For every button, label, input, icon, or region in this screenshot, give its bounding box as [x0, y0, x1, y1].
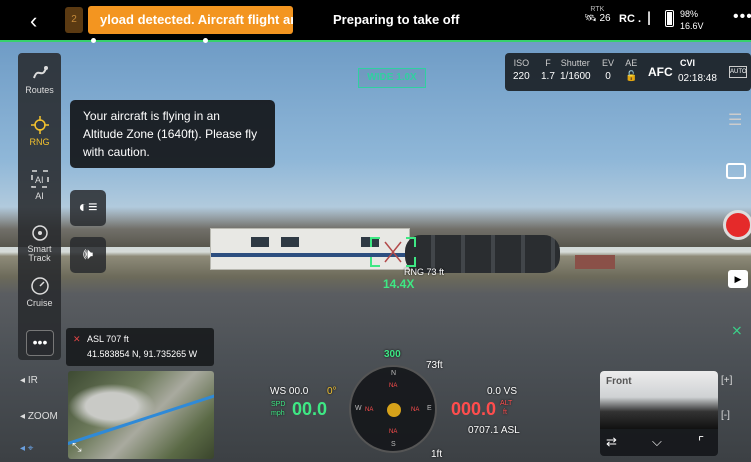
more-menu-icon[interactable]: ••• [733, 8, 751, 26]
aircraft-icon [387, 403, 401, 417]
fpv-label: Front [606, 376, 632, 387]
speed-unit: mph [271, 410, 285, 417]
antenna-icon: ⨯ [731, 322, 743, 338]
heading-readout: 300 [384, 349, 401, 360]
ev-param[interactable]: EV 0 [602, 58, 614, 82]
tool-ai[interactable]: AI AI [18, 169, 61, 201]
ae-param[interactable]: AE 🔓 [625, 58, 637, 82]
crosshair-icon [384, 241, 402, 263]
asl-altitude: 0707.1 ASL [468, 425, 520, 436]
auto-mode-badge[interactable]: AUTO [729, 66, 747, 78]
distant-building [575, 255, 615, 269]
altitude-bottom: 1ft [431, 449, 443, 460]
top-bar: ‹ 2 yload detected. Aircraft flight and … [0, 0, 751, 43]
shutter-param[interactable]: Shutter 1/1600 [560, 58, 591, 82]
expand-corner-icon[interactable]: ⌜ [698, 434, 704, 450]
altitude-label: ALT [500, 400, 513, 407]
more-tools-button[interactable]: ••• [26, 330, 54, 356]
zoom-level: 14.4X [383, 277, 415, 291]
ai-icon: AI [30, 170, 49, 188]
fpv-camera-panel[interactable]: Front ⇄ ⌵ ⌜ [600, 371, 718, 456]
megaphone-icon: 🕪 [82, 246, 94, 263]
warning-count-badge[interactable]: 2 [65, 7, 83, 33]
signal-bars-icon: .▕ [637, 13, 650, 25]
rc-signal[interactable]: RC .▕ [619, 12, 649, 25]
wind-speed: WS 00.0 [270, 386, 309, 397]
warning-banner[interactable]: yload detected. Aircraft flight and v [88, 6, 293, 34]
vertical-speed: 0.0 VS [487, 386, 518, 397]
rc-label: RC [619, 13, 635, 25]
target-reticle [370, 237, 416, 267]
spotlight-button[interactable]: ◐≡ [70, 190, 106, 226]
chevron-down-icon[interactable]: ⌵ [652, 434, 662, 450]
close-icon[interactable]: ✕ [73, 334, 81, 345]
compass: N E S W NA NA NA NA [349, 365, 437, 453]
tool-routes[interactable]: Routes [18, 63, 61, 95]
camera-settings-icon[interactable]: ☰ [728, 110, 742, 130]
smart-track-icon [31, 225, 48, 241]
routes-icon [32, 66, 48, 79]
camera-settings-panel[interactable]: ISO 220 F 1.7 Shutter 1/1600 EV 0 AE 🔓 A… [505, 53, 751, 91]
tool-label: AI [35, 191, 44, 201]
tool-label: RNG [29, 137, 50, 147]
ir-toggle[interactable]: ◂ IR [20, 375, 38, 386]
left-toolbar: Routes RNG AI AI Smart Track Cruise [18, 53, 61, 360]
location-pin-icon[interactable]: ◂ ⌖ [20, 443, 33, 454]
mini-map[interactable] [68, 371, 214, 459]
coordinates: 41.583854 N, 91.735265 W [87, 349, 198, 359]
zoom-in-button[interactable]: [+] [721, 375, 732, 386]
altitude-top: 73ft [426, 360, 443, 371]
flight-status: Preparing to take off [333, 12, 460, 27]
tool-rng[interactable]: RNG [18, 115, 61, 147]
progress-dot [203, 38, 208, 43]
expand-map-icon[interactable]: ⤡ [72, 440, 82, 455]
zoom-out-button[interactable]: [-] [721, 410, 730, 421]
zoom-toggle[interactable]: ◂ ZOOM [20, 411, 58, 422]
back-icon[interactable]: ‹ [30, 8, 37, 34]
gps-indicator[interactable]: RTK 🛰 26 [584, 6, 611, 24]
svg-text:AI: AI [35, 175, 44, 185]
gps-label: RTK [590, 6, 605, 13]
lock-icon: 🔓 [625, 71, 638, 82]
wind-direction: 0° [327, 386, 337, 397]
tool-label: Smart Track [27, 244, 52, 263]
location-panel: ✕ ASL 707 ft 41.583854 N, 91.735265 W [66, 328, 214, 366]
speed-value: 00.0 [292, 399, 328, 419]
aperture-param[interactable]: F 1.7 [541, 58, 555, 82]
tool-cruise[interactable]: Cruise [18, 276, 61, 308]
speed-label: SPD [271, 401, 286, 408]
photo-mode-icon[interactable] [726, 163, 746, 179]
rng-icon [30, 116, 49, 134]
record-time: 02:18:48 [678, 73, 717, 84]
satellite-icon: 🛰 [584, 13, 597, 24]
iso-param[interactable]: ISO 220 [513, 58, 530, 82]
tool-smart-track[interactable]: Smart Track [18, 223, 61, 263]
map-road [68, 388, 214, 447]
playback-icon[interactable]: ▶ [728, 270, 748, 288]
progress-dot [91, 38, 96, 43]
asl-readout: ASL 707 ft [87, 334, 129, 344]
battery-percent: 98% [680, 9, 699, 19]
speaker-button[interactable]: 🕪 [70, 237, 106, 273]
altitude-zone-toast: Your aircraft is flying in an Altitude Z… [70, 100, 275, 168]
altitude-value: 000.0 [451, 399, 497, 419]
tool-label: Routes [25, 85, 54, 95]
cruise-icon [30, 277, 49, 295]
swap-icon[interactable]: ⇄ [606, 434, 617, 450]
focus-mode[interactable]: AFC [648, 65, 673, 79]
spotlight-icon: ◐≡ [78, 199, 98, 216]
wide-zoom-label[interactable]: WIDE 1.0X [358, 68, 426, 88]
tool-label: Cruise [26, 298, 53, 308]
battery-voltage: 16.6V [680, 21, 704, 31]
gps-count: 26 [599, 13, 611, 24]
battery-icon [665, 10, 674, 27]
altitude-unit: ft [503, 409, 507, 416]
record-mode[interactable]: CVI [680, 58, 695, 68]
record-button[interactable] [723, 210, 751, 240]
range-readout: RNG 73 ft [404, 267, 445, 277]
